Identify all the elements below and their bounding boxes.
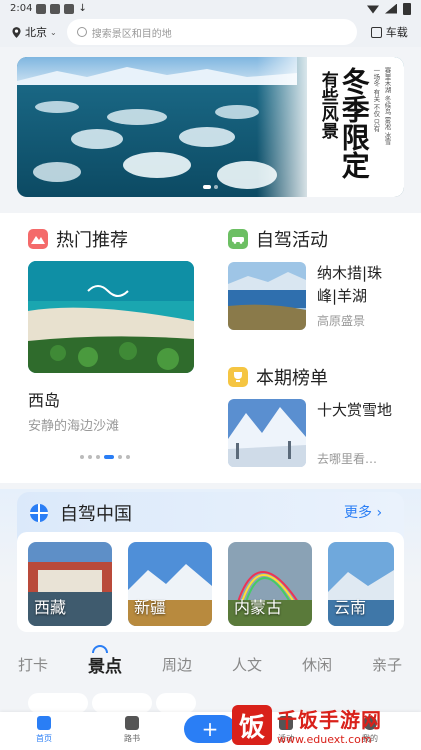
hot-pagination [80, 455, 130, 459]
globe-icon [30, 504, 48, 522]
nav-home[interactable]: 首页 [36, 716, 52, 744]
mountain-icon [28, 229, 48, 249]
notification-icon [50, 3, 61, 14]
hot-item-subtitle: 安静的海边沙滩 [28, 419, 120, 434]
tab-checkin[interactable]: 打卡 [18, 654, 48, 675]
hot-item-name[interactable]: 西岛 [28, 387, 60, 411]
activity-item-image[interactable] [228, 262, 306, 330]
car-mode-label: 车载 [385, 26, 408, 39]
tab-leisure[interactable]: 休闲 [302, 654, 332, 675]
watermark: 饭 千饭手游网 www.eduext.com [232, 700, 421, 750]
book-icon [125, 716, 139, 730]
banner-pagination [203, 185, 218, 189]
region-card-inner-mongolia[interactable]: 内蒙古 [228, 542, 312, 626]
banner-small-text: 一场冬 有关 不仅 只有 [371, 67, 380, 132]
tab-nearby[interactable]: 周边 [162, 654, 192, 675]
more-link[interactable]: 更多 › [344, 502, 382, 522]
home-icon [37, 716, 51, 730]
status-bar: 2:04 ↓ [0, 0, 421, 17]
car-icon [228, 229, 248, 249]
trophy-icon [228, 367, 248, 387]
region-card-tibet[interactable]: 西藏 [28, 542, 112, 626]
ranking-item-title[interactable]: 十大赏雪地 [317, 399, 397, 422]
location-pin-icon [12, 26, 21, 38]
activity-section-title[interactable]: 自驾活动 [228, 226, 328, 252]
watermark-url: www.eduext.com [277, 733, 372, 746]
battery-icon [403, 2, 411, 15]
filter-chip[interactable] [92, 693, 152, 713]
tab-scenic[interactable]: 景点 [88, 652, 122, 677]
banner-side-text: 有些风景 [317, 71, 338, 139]
search-placeholder: 搜索景区和目的地 [91, 28, 172, 40]
car-mode-button[interactable]: 车载 [370, 24, 408, 40]
ranking-item-image[interactable] [228, 399, 306, 467]
zj-section-title: 自驾中国 [30, 500, 132, 526]
search-input[interactable]: 搜索景区和目的地 [66, 19, 357, 45]
banner[interactable]: 赛里木湖 冬候鸟 雾凇 冰雪 一场冬 有关 不仅 只有 冬季限定 有些风景 [17, 57, 404, 197]
activity-item-title[interactable]: 纳木措|珠峰|羊湖 [317, 262, 397, 308]
activity-item-subtitle: 高原盛景 [317, 314, 366, 328]
add-button[interactable]: + [184, 715, 236, 743]
category-tabs: 打卡 景点 周边 人文 休闲 亲子 [0, 640, 421, 690]
chevron-down-icon: ⌄ [50, 27, 57, 37]
hot-section-title[interactable]: 热门推荐 [28, 226, 128, 252]
chevron-right-icon: › [376, 505, 383, 521]
region-card-yunnan[interactable]: 云南 [328, 542, 394, 626]
tab-family[interactable]: 亲子 [372, 654, 402, 675]
wifi-icon [367, 5, 379, 14]
nav-roadbook[interactable]: 路书 [124, 716, 140, 744]
city-label: 北京 [25, 26, 47, 39]
tab-culture[interactable]: 人文 [232, 654, 262, 675]
banner-slogan: 赛里木湖 冬候鸟 雾凇 冰雪 一场冬 有关 不仅 只有 冬季限定 有些风景 [317, 67, 391, 179]
watermark-logo: 饭 [232, 705, 272, 745]
hot-item-image[interactable] [28, 261, 194, 373]
region-card-xinjiang[interactable]: 新疆 [128, 542, 212, 626]
filter-chip[interactable] [28, 693, 88, 713]
notification-icon [64, 3, 75, 14]
banner-main-text: 冬季限定 [337, 67, 371, 179]
ranking-section-title[interactable]: 本期榜单 [228, 364, 328, 390]
search-icon [76, 27, 87, 37]
scan-icon [370, 26, 382, 38]
ranking-item-subtitle: 去哪里看… [317, 452, 378, 466]
banner-small-text: 赛里木湖 冬候鸟 雾凇 冰雪 [383, 67, 391, 145]
city-selector[interactable]: 北京 ⌄ [12, 24, 57, 40]
header: 北京 ⌄ 搜索景区和目的地 车载 [0, 17, 421, 47]
signal-icon [385, 3, 397, 14]
notification-icon [36, 3, 47, 14]
watermark-brand: 千饭手游网 [277, 708, 382, 732]
status-time: 2:04 [10, 3, 33, 14]
filter-chip[interactable] [156, 693, 196, 713]
download-icon: ↓ [78, 3, 87, 14]
